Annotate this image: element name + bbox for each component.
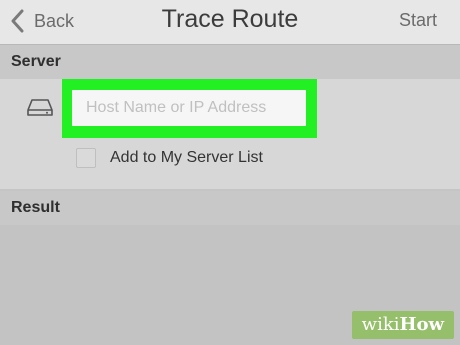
- result-header-label: Result: [11, 199, 60, 216]
- chevron-left-icon: [11, 9, 24, 33]
- host-input-highlight: [62, 79, 317, 138]
- wikihow-watermark: wikiHow: [351, 311, 454, 339]
- add-to-server-list-label: Add to My Server List: [110, 149, 263, 166]
- add-to-server-list-row[interactable]: Add to My Server List: [76, 147, 263, 169]
- nav-bar: Back Trace Route Start: [0, 0, 460, 45]
- server-panel: Add to My Server List: [0, 79, 460, 189]
- add-to-server-list-checkbox[interactable]: [76, 148, 96, 168]
- result-section-header: Result: [0, 191, 460, 225]
- back-label: Back: [34, 10, 75, 31]
- host-input[interactable]: [72, 90, 306, 126]
- start-button[interactable]: Start: [399, 10, 437, 31]
- back-button[interactable]: Back: [10, 6, 74, 36]
- server-section-header: Server: [0, 45, 460, 79]
- drive-icon: [27, 99, 53, 116]
- server-header-label: Server: [11, 53, 61, 70]
